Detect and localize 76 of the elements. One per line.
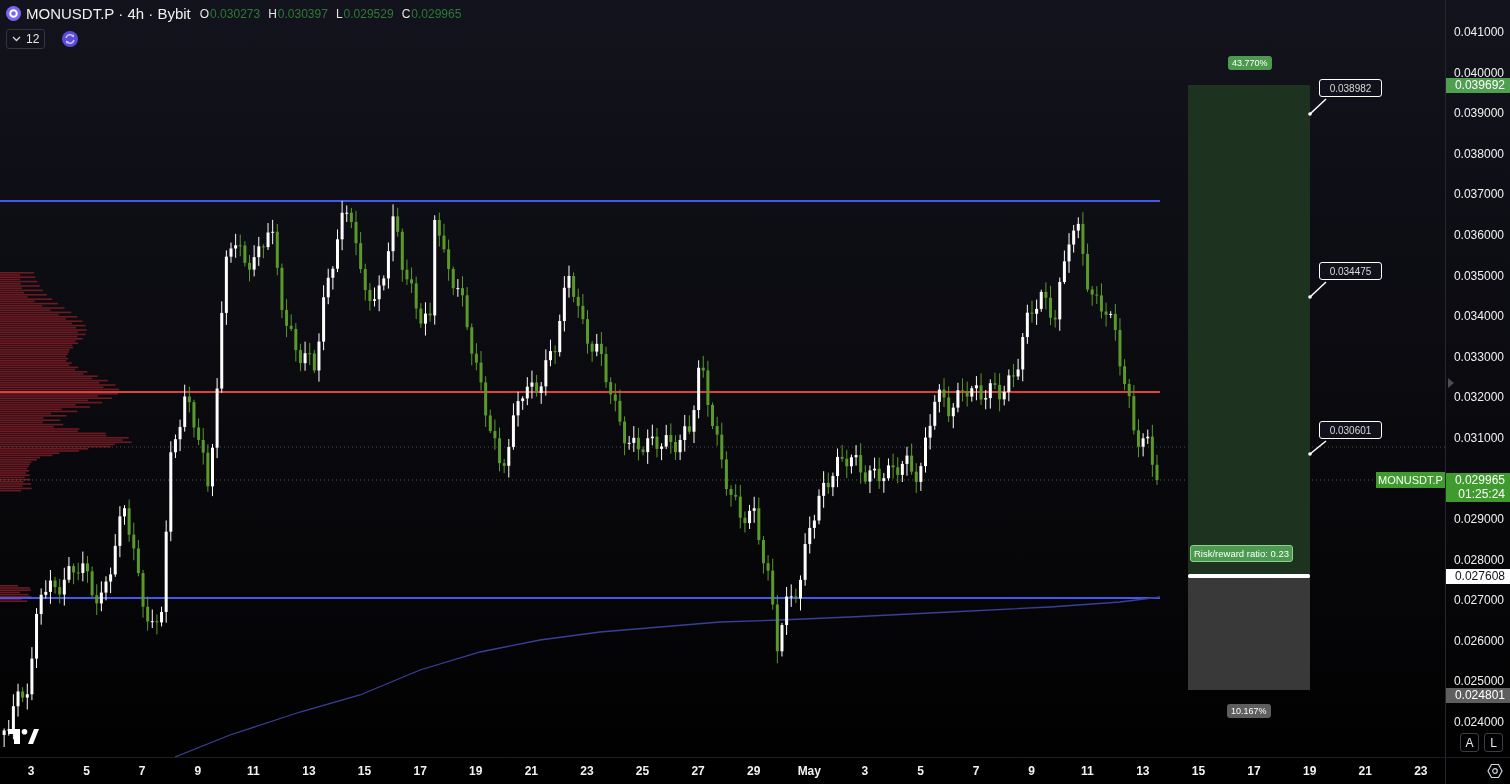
date-tick-label: 19 — [469, 764, 483, 778]
date-tick-label: 19 — [1302, 764, 1317, 778]
last-price-text: 0.029965 — [1454, 474, 1505, 488]
price-tick-label: 0.024000 — [1453, 716, 1504, 729]
price-tick-label: 0.038000 — [1453, 147, 1504, 160]
ohlc-value: 0.030397 — [277, 6, 328, 21]
price-tick-label: 0.040000 — [1453, 66, 1504, 79]
ohlc-label: H — [268, 6, 277, 21]
date-tick-label: 3 — [861, 764, 869, 778]
indicators-toggle[interactable]: 12 — [6, 29, 46, 49]
scale-mode-button[interactable]: L — [1484, 733, 1503, 752]
callout-leader — [1308, 440, 1327, 456]
price-tick-label: 0.031000 — [1453, 431, 1504, 444]
ohlc-label: C — [401, 6, 411, 21]
date-tick-label: 9 — [1028, 764, 1035, 778]
sync-icon[interactable] — [62, 31, 79, 47]
date-tick-label: May — [797, 764, 821, 778]
logo-icon — [8, 729, 39, 744]
date-tick-label: 13 — [302, 764, 316, 778]
callout-leader — [1308, 281, 1327, 299]
price-tick-label: 0.035000 — [1453, 269, 1504, 282]
coin-icon — [6, 6, 21, 21]
settings-icon[interactable] — [1487, 763, 1503, 779]
chevron-down-icon — [12, 36, 21, 42]
triangle-marker-icon — [1448, 378, 1454, 388]
date-tick-label: 21 — [524, 764, 538, 778]
price-tick-label: 0.029000 — [1453, 513, 1504, 526]
stop-price-tag: 0.024801 — [1446, 688, 1510, 703]
date-tick-label: 17 — [413, 764, 427, 778]
price-tick-label: 0.036000 — [1453, 228, 1504, 241]
date-tick-label: 11 — [1080, 764, 1094, 778]
ohlc-value: 0.029965 — [411, 6, 462, 21]
ohlc-value: 0.029529 — [343, 6, 394, 21]
date-tick-label: 3 — [27, 764, 35, 778]
target-price-tag: 0.039692 — [1446, 78, 1510, 93]
date-tick-label: 13 — [1136, 764, 1150, 778]
price-tick-label: 0.026000 — [1453, 634, 1504, 647]
ohlc-label: L — [335, 6, 343, 21]
price-tick-label: 0.028000 — [1453, 553, 1504, 566]
price-tick-label: 0.041000 — [1453, 26, 1504, 38]
date-tick-label: 7 — [972, 764, 980, 778]
date-tick-label: 25 — [635, 764, 650, 778]
date-tick-label: 15 — [357, 764, 372, 778]
date-tick-label: 15 — [1191, 764, 1206, 778]
date-tick-label: 7 — [138, 764, 146, 778]
price-tick-label: 0.027000 — [1453, 594, 1504, 607]
date-tick-label: 5 — [83, 764, 90, 778]
profit-percent-label: 43.770% — [1228, 56, 1272, 70]
date-tick-label: 5 — [917, 764, 924, 778]
date-tick-label: 29 — [747, 764, 761, 778]
date-tick-label: 17 — [1247, 764, 1261, 778]
date-tick-label: 23 — [1414, 764, 1428, 778]
risk-reward-label: Risk/reward ratio: 0.23 — [1190, 545, 1294, 562]
price-tick-label: 0.037000 — [1453, 188, 1504, 201]
loss-percent-label: 10.167% — [1227, 704, 1271, 718]
entry-price-tag: 0.027608 — [1446, 569, 1510, 584]
callout-leader — [1308, 98, 1327, 116]
price-tick-label: 0.025000 — [1453, 675, 1504, 688]
bar-countdown: 01:25:24 — [1458, 487, 1505, 501]
price-tick-label: 0.034000 — [1453, 310, 1504, 323]
ohlc-value: 0.030273 — [210, 6, 261, 21]
date-tick-label: 9 — [194, 764, 202, 778]
scale-mode-button[interactable]: A — [1460, 733, 1479, 752]
price-tick-label: 0.033000 — [1453, 350, 1504, 363]
price-tick-label: 0.032000 — [1453, 391, 1504, 404]
date-tick-label: 11 — [247, 764, 260, 778]
price-tick-label: 0.039000 — [1453, 107, 1504, 120]
date-tick-label: 21 — [1358, 764, 1372, 778]
date-tick-label: 27 — [691, 764, 705, 778]
date-tick-label: 23 — [580, 764, 594, 778]
symbol-tag: MONUSDT.P — [1376, 472, 1445, 488]
price-callout: 0.034475 — [1319, 262, 1382, 280]
ohlc-label: O — [199, 6, 210, 21]
price-callout: 0.030601 — [1319, 421, 1382, 439]
symbol-title: MONUSDT.P · 4h · Bybit — [26, 5, 191, 22]
price-callout: 0.038982 — [1319, 79, 1382, 97]
